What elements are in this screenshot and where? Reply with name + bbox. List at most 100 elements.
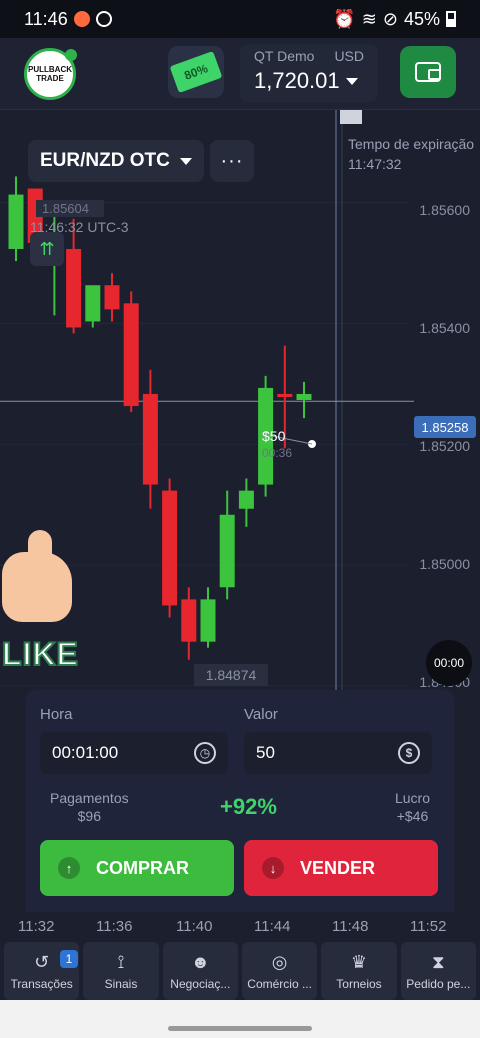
nav-label: Transações <box>10 977 73 991</box>
candle-body <box>296 393 312 400</box>
candle-body <box>277 393 293 397</box>
countdown-timer: 00:00 <box>426 640 472 686</box>
nav-label: Sinais <box>104 977 138 991</box>
nav-item-signals[interactable]: ⟟ Sinais <box>83 942 159 1000</box>
y-tick: 1.85000 <box>419 556 470 572</box>
y-tick: 1.85400 <box>419 320 470 336</box>
amount-label: Valor <box>244 706 278 723</box>
time-field[interactable]: 00:01:00 ◷ <box>40 732 228 774</box>
nav-item-social-trading[interactable]: ☻ Negociaç... <box>162 942 238 1000</box>
wifi-icon: ≋ <box>361 8 377 29</box>
more-options-button[interactable]: ··· <box>210 140 254 182</box>
open-trade-timer: 00:36 <box>262 446 293 460</box>
candle-body <box>200 599 216 642</box>
candle-body <box>181 599 197 642</box>
logo-badge <box>65 49 77 61</box>
sell-button[interactable]: ↓ VENDER <box>244 840 438 896</box>
asset-pair: EUR/NZD OTC <box>40 150 170 171</box>
notification-badge: 1 <box>60 950 78 968</box>
bonus-button[interactable]: 80% <box>168 46 224 98</box>
profit-label: Lucro <box>394 790 430 806</box>
x-tick: 11:40 <box>176 918 213 935</box>
candle-body <box>238 490 254 509</box>
time-axis: 11:32 11:36 11:40 11:44 11:48 11:52 <box>0 912 480 942</box>
open-trade-amount: $50 <box>262 428 286 444</box>
nav-label: Negociaç... <box>170 977 231 991</box>
users-icon: ☻ <box>190 951 210 972</box>
account-currency: USD <box>334 48 364 64</box>
arrow-up-icon: ↑ <box>58 857 80 879</box>
amount-field[interactable]: 50 $ <box>244 732 432 774</box>
account-balance: 1,720.01 <box>254 68 340 93</box>
nav-item-pending-order[interactable]: ⧗ Pedido pe... <box>400 942 476 1000</box>
payout-row: Pagamentos $96 +92% Lucro +$46 <box>38 788 442 828</box>
arrow-down-icon: ↓ <box>262 857 284 879</box>
x-tick: 11:52 <box>410 918 447 935</box>
buy-button[interactable]: ↑ COMPRAR <box>40 840 234 896</box>
wallet-icon <box>415 62 441 82</box>
y-tick: 1.85600 <box>419 202 470 218</box>
dnd-icon: ⊘ <box>382 8 398 29</box>
price-chart[interactable]: EUR/NZD OTC ··· 1.85604 11:46:32 UTC-3 ⇈… <box>0 110 480 690</box>
battery-icon <box>446 11 456 27</box>
candle-body <box>66 248 82 328</box>
wallet-button[interactable] <box>400 46 456 98</box>
chart-info: 1.85604 11:46:32 UTC-3 <box>30 200 129 235</box>
like-sticker: LIKE <box>0 530 80 682</box>
buy-label: COMPRAR <box>96 857 189 878</box>
hourglass-icon: ⧗ <box>431 951 445 972</box>
trade-panel: Hora Valor 00:01:00 ◷ 50 $ Pagamentos $9… <box>26 690 454 912</box>
nav-label: Comércio ... <box>247 977 312 991</box>
system-nav-bar <box>0 1000 480 1038</box>
x-tick: 11:36 <box>96 918 133 935</box>
y-tick: 1.85200 <box>419 438 470 454</box>
clock-icon[interactable]: ◷ <box>194 742 216 764</box>
candle-body <box>85 285 101 322</box>
low-value: 1.84874 <box>194 664 268 686</box>
history-icon: ↺ <box>34 951 50 972</box>
candle-body <box>142 393 158 485</box>
chevron-down-icon <box>179 157 192 165</box>
battery-level: 45% <box>403 8 440 29</box>
amount-value: 50 <box>256 743 275 762</box>
payout-label: Pagamentos <box>50 790 129 806</box>
nav-item-commerce[interactable]: ◎ Comércio ... <box>241 942 318 1000</box>
target-icon: ◎ <box>271 951 288 972</box>
signal-icon: ⟟ <box>117 951 125 972</box>
chevron-down-icon <box>345 77 358 85</box>
dollar-icon[interactable]: $ <box>398 742 420 764</box>
recorder-icon <box>73 11 90 27</box>
candle-body <box>8 194 24 249</box>
current-price-tag: 1.85258 <box>414 416 476 438</box>
account-type: QT Demo <box>254 48 315 64</box>
expiry-title: Tempo de expiração <box>348 136 475 152</box>
asset-selector[interactable]: EUR/NZD OTC <box>28 140 204 182</box>
candle-body <box>104 285 120 310</box>
logo-text: PULLBACK TRADE <box>28 65 72 83</box>
indicator-toggle-button[interactable]: ⇈ <box>30 232 64 266</box>
alarm-icon: ⏰ <box>333 8 356 29</box>
thumbs-up-icon <box>2 530 72 622</box>
status-time: 11:46 <box>24 8 68 29</box>
nav-item-transactions[interactable]: ↺ 1 Transações <box>4 942 80 1000</box>
candle-body <box>123 303 139 407</box>
account-selector[interactable]: QT Demo USD 1,720.01 <box>240 44 378 102</box>
x-tick: 11:48 <box>332 918 369 935</box>
payout-percent: +92% <box>220 794 277 819</box>
candle-body <box>162 490 178 606</box>
sell-label: VENDER <box>300 857 376 878</box>
home-indicator[interactable] <box>168 1026 312 1031</box>
profit-value: +$46 <box>396 808 429 824</box>
nav-item-tournaments[interactable]: ♛ Torneios <box>321 942 397 1000</box>
nav-label: Torneios <box>336 977 382 991</box>
bonus-icon: 80% <box>169 50 223 94</box>
app-header: PULLBACK TRADE 80% QT Demo USD 1,720.01 <box>0 38 480 110</box>
x-tick: 11:32 <box>18 918 55 935</box>
expiry-flag <box>340 110 362 124</box>
trophy-icon: ♛ <box>350 951 368 972</box>
high-value: 1.85604 <box>36 200 104 217</box>
time-value: 00:01:00 <box>52 743 119 762</box>
x-tick: 11:44 <box>254 918 291 935</box>
candle-body <box>219 514 235 588</box>
app-logo[interactable]: PULLBACK TRADE <box>24 48 77 100</box>
